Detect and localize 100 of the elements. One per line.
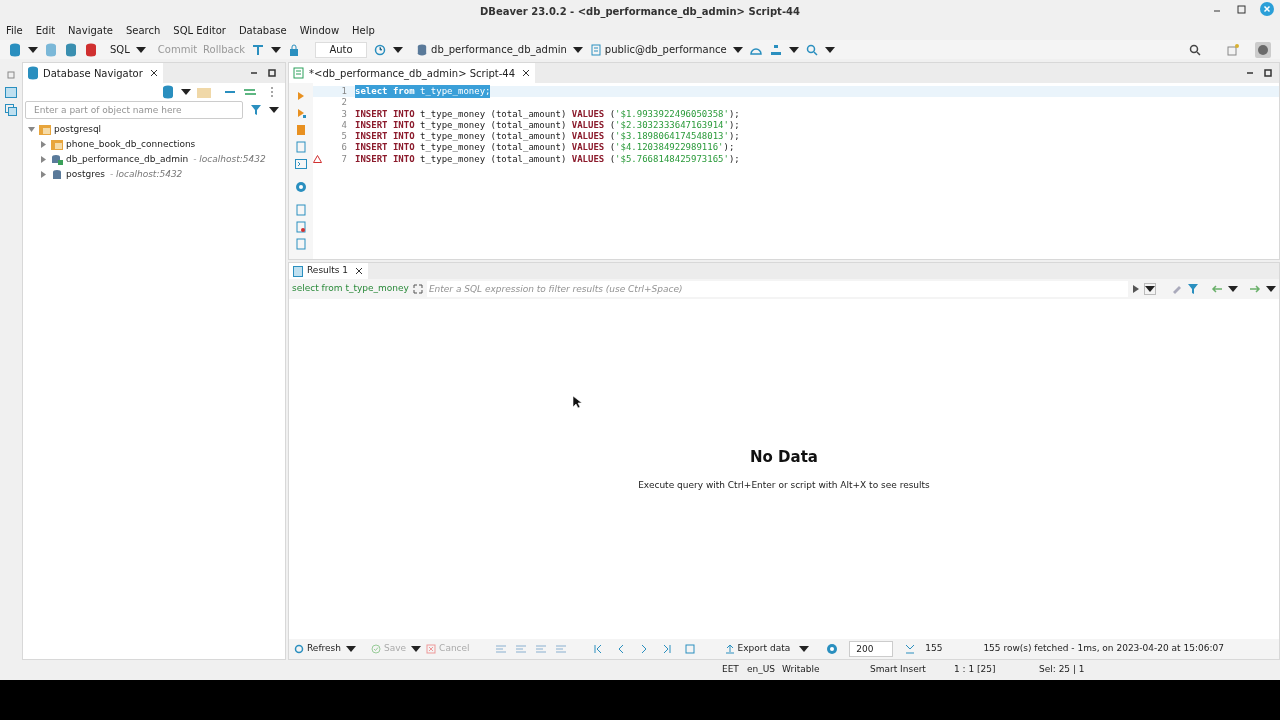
terminal-icon[interactable] (294, 157, 308, 170)
line-number: 7 (340, 152, 348, 166)
caret-icon[interactable] (788, 44, 799, 55)
document-icon[interactable] (294, 140, 308, 153)
tree-item[interactable]: postgresql (27, 122, 285, 137)
status-item: Sel: 25 | 1 (1039, 663, 1085, 677)
database-icon[interactable] (27, 66, 39, 80)
export-data-button[interactable]: Export data (724, 642, 791, 656)
line-number: 2 (340, 96, 348, 110)
history-caret-icon[interactable] (1144, 283, 1156, 295)
caret-icon[interactable] (411, 644, 422, 654)
caret-icon[interactable] (28, 44, 38, 55)
document-icon[interactable] (294, 237, 308, 250)
database-icon[interactable] (417, 43, 428, 56)
query-label[interactable]: select from t_type_money (292, 282, 409, 296)
history-icon[interactable] (373, 42, 388, 57)
caret-icon[interactable] (181, 87, 191, 97)
status-item: EET (722, 663, 740, 677)
line-number: 5 (340, 130, 348, 143)
caret-icon[interactable] (824, 44, 835, 55)
status-item: 1 : 1 [25] (954, 663, 997, 677)
menu-item[interactable]: Search (125, 22, 161, 38)
maximize-icon[interactable] (267, 68, 277, 78)
code-line: INSERT INTO t_type_money (total_amount) VALUES ('$2.3032333647163914'); (355, 119, 740, 132)
panel-icon[interactable] (5, 86, 17, 98)
schema-icon[interactable] (590, 43, 601, 56)
caret-icon[interactable] (269, 105, 279, 115)
table-icon[interactable] (293, 265, 303, 277)
menu-item[interactable]: Navigate (68, 22, 113, 38)
database-icon[interactable] (51, 168, 63, 181)
database-icon[interactable] (51, 153, 63, 166)
upload-icon[interactable] (724, 644, 735, 654)
search-icon[interactable] (1188, 42, 1202, 57)
folder-icon[interactable] (39, 123, 51, 136)
status-item: en_US (747, 663, 777, 677)
line-number: 1 (340, 84, 348, 98)
cursor-icon (572, 395, 582, 409)
filter-icon[interactable] (249, 103, 263, 117)
filter-field[interactable]: Enter a part of object name here (25, 101, 243, 119)
mode-field[interactable]: Auto (315, 41, 368, 58)
empty-hint: Execute query with Ctrl+Enter or script with Alt+X to see results (638, 478, 930, 492)
status-item: Smart Insert (870, 663, 927, 677)
code-line: INSERT INTO t_type_money (total_amount) VALUES ('$3.1898064174548013'); (355, 130, 740, 143)
window-title: DBeaver 23.0.2 - <db_performance_db_admin> Script-44 (480, 4, 800, 19)
caret-icon[interactable] (572, 44, 583, 55)
panel-icon[interactable] (5, 104, 17, 116)
expand-arrow-icon[interactable] (39, 155, 48, 164)
document-icon[interactable] (294, 220, 308, 233)
caret-icon[interactable] (799, 644, 810, 654)
datasource-selector[interactable]: db_performance_db_admin (417, 42, 567, 57)
caret-icon[interactable] (346, 644, 356, 654)
maximize-icon[interactable] (1263, 68, 1273, 78)
warning-icon[interactable] (313, 155, 322, 164)
close-icon[interactable] (148, 68, 159, 78)
collapse-arrow-icon[interactable] (27, 125, 36, 134)
expand-arrow-icon[interactable] (39, 170, 48, 179)
refresh-button[interactable]: Refresh (294, 642, 341, 656)
maximize-icon[interactable] (1236, 4, 1246, 14)
fetch-size-field[interactable]: 200 (849, 641, 894, 657)
code-line: INSERT INTO t_type_money (total_amount) VALUES ('$1.9933922496050358'); (355, 107, 740, 121)
navigator-tab[interactable]: Database Navigator (23, 63, 163, 83)
caret-icon[interactable] (732, 44, 743, 55)
caret-icon[interactable] (1266, 284, 1276, 294)
close-icon[interactable] (521, 68, 532, 78)
line-number: 3 (340, 107, 348, 121)
host-label: - localhost:5432 (193, 152, 266, 166)
menu-item[interactable]: Window (299, 22, 340, 38)
document-icon[interactable] (294, 203, 308, 216)
sql-button[interactable]: SQL (110, 42, 130, 57)
caret-icon[interactable] (135, 44, 146, 55)
caret-icon[interactable] (1228, 284, 1238, 294)
caret-icon[interactable] (271, 44, 282, 55)
expand-arrow-icon[interactable] (39, 140, 48, 149)
first-page-icon[interactable] (591, 643, 604, 655)
tree-item-label[interactable]: db_performance_db_admin (66, 152, 189, 167)
tree-item-label[interactable]: postgres (66, 167, 105, 182)
fetch-all-icon[interactable] (904, 643, 917, 655)
menu-item[interactable]: File (6, 22, 23, 38)
status-message: 155 row(s) fetched - 1ms, on 2023-04-20 at 15:06:07 (983, 642, 1224, 656)
folder-icon[interactable] (51, 138, 63, 151)
tree-item[interactable]: phone_book_db_connections (27, 137, 285, 152)
menu-item[interactable]: SQL Editor (173, 22, 226, 38)
filter-icon[interactable] (1186, 282, 1200, 296)
status-item: Writable (782, 663, 821, 677)
close-icon[interactable] (354, 266, 365, 276)
filter-field[interactable]: Enter a SQL expression to filter results (use Ctrl+Space) (426, 281, 1128, 297)
row-count: 155 (925, 642, 943, 656)
results-tab[interactable]: Results 1 (289, 263, 369, 279)
menu-item[interactable]: Help (352, 22, 375, 38)
menu-item[interactable]: Edit (35, 22, 56, 38)
menu-item[interactable]: Database (238, 22, 287, 38)
empty-title: No Data (750, 447, 818, 468)
line-number: 6 (340, 141, 348, 155)
code-line: INSERT INTO t_type_money (total_amount) VALUES ('$4.120384922989116'); (355, 141, 735, 155)
line-number: 4 (340, 118, 348, 132)
schema-selector[interactable]: public@db_performance (590, 42, 727, 57)
editor-tab[interactable]: *<db_performance_db_admin> Script-44 (289, 63, 536, 83)
caret-icon[interactable] (393, 44, 404, 55)
apply-icon[interactable] (1132, 284, 1140, 294)
expand-icon[interactable] (412, 284, 423, 294)
